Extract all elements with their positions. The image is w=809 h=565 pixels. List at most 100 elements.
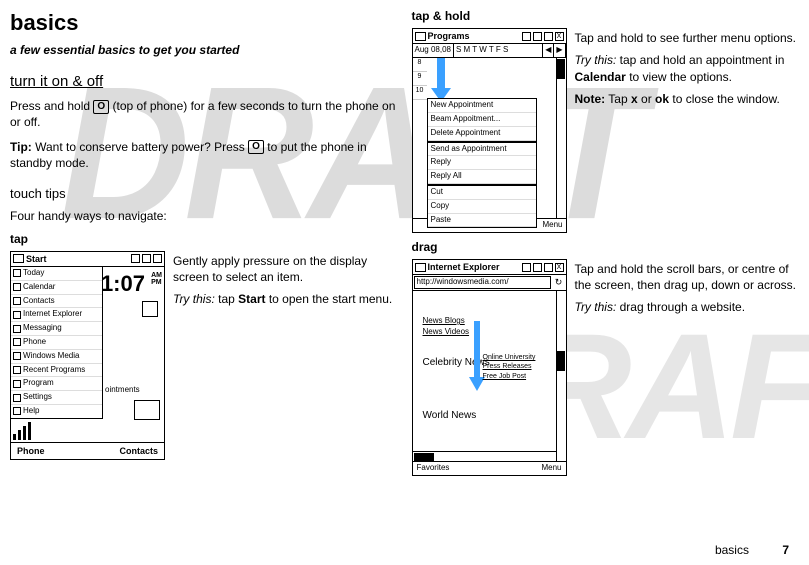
menu-item-settings[interactable]: Settings xyxy=(11,391,102,405)
drag-try: Try this: drag through a website. xyxy=(575,299,800,315)
menu-item-recent[interactable]: Recent Programs xyxy=(11,364,102,378)
signal-icon xyxy=(522,263,531,272)
menu-item-wmedia[interactable]: Windows Media xyxy=(11,350,102,364)
label: Settings xyxy=(23,392,52,403)
scroll-thumb[interactable] xyxy=(557,351,565,371)
ctx-cut[interactable]: Cut xyxy=(428,186,536,200)
start-flag-icon[interactable] xyxy=(415,32,426,41)
link[interactable]: Press Releases xyxy=(483,362,536,371)
start-flag-icon[interactable] xyxy=(13,254,24,263)
battery-icon xyxy=(533,32,542,41)
nav-right-icon[interactable]: ▶ xyxy=(554,44,565,57)
try-label: Try this: xyxy=(575,53,617,67)
ampm: AM PM xyxy=(151,272,162,286)
menu-item-today[interactable]: Today xyxy=(11,267,102,281)
calendar-body: 8 9 10 New Appointment Beam Appoitment..… xyxy=(413,58,566,218)
menu-item-messaging[interactable]: Messaging xyxy=(11,322,102,336)
phone-icon xyxy=(13,338,21,346)
tip-label: Tip: xyxy=(10,140,32,154)
drag-body: Tap and hold the scroll bars, or centre … xyxy=(575,261,800,293)
menu-item-ie[interactable]: Internet Explorer xyxy=(11,308,102,322)
menu-item-help[interactable]: Help xyxy=(11,405,102,418)
scroll-thumb[interactable] xyxy=(557,59,565,79)
ctx-send-as-appointment[interactable]: Send as Appointment xyxy=(428,143,536,157)
address-bar: http://windowsmedia.com/ ↻ xyxy=(413,275,566,291)
page-subtitle: a few essential basics to get you starte… xyxy=(10,42,398,58)
tap-description: Gently apply pressure on the display scr… xyxy=(173,251,398,460)
ie-body: News Blogs News Videos Celebrity News Wo… xyxy=(413,291,566,461)
signal-icon xyxy=(522,32,531,41)
mock-title: Programs xyxy=(428,30,520,42)
ctx-delete-appointment[interactable]: Delete Appointment xyxy=(428,127,536,141)
start-word: Start xyxy=(238,292,265,306)
text: tap and hold an appointment in xyxy=(620,53,785,67)
settings-icon xyxy=(13,394,21,402)
text: to view the options. xyxy=(629,70,732,84)
menu-item-contacts[interactable]: Contacts xyxy=(11,295,102,309)
close-icon[interactable]: X xyxy=(555,263,564,272)
mock-softkeys: Phone Contacts xyxy=(11,442,164,459)
label: Help xyxy=(23,406,39,417)
softkey-contacts[interactable]: Contacts xyxy=(119,445,158,457)
label: Internet Explorer xyxy=(23,309,82,320)
link[interactable]: Free Job Post xyxy=(483,372,536,381)
ok-word: ok xyxy=(655,92,669,106)
heading-tap-hold: tap & hold xyxy=(412,8,800,24)
power-key-icon: O xyxy=(248,140,264,154)
label: Contacts xyxy=(23,296,55,307)
taphold-note: Note: Tap x or ok to close the window. xyxy=(575,91,800,107)
hour: 9 xyxy=(413,72,427,86)
label: Messaging xyxy=(23,323,62,334)
left-column: basics a few essential basics to get you… xyxy=(10,8,398,476)
start-flag-icon[interactable] xyxy=(415,263,426,272)
go-button-icon[interactable]: ↻ xyxy=(553,276,565,287)
menu-item-phone[interactable]: Phone xyxy=(11,336,102,350)
ctx-paste[interactable]: Paste xyxy=(428,214,536,228)
heading-turn-on-off: turn it on & off xyxy=(10,72,398,92)
context-menu: New Appointment Beam Appoitment... Delet… xyxy=(427,98,537,228)
right-column: tap & hold Programs X Aug 08,08 S M T W … xyxy=(412,8,800,476)
appointments-text: ointments xyxy=(105,385,140,396)
label: Phone xyxy=(23,337,46,348)
media-icon xyxy=(13,352,21,360)
softkey-menu[interactable]: Menu xyxy=(541,463,561,474)
battery-icon xyxy=(142,254,151,263)
hour: 8 xyxy=(413,58,427,72)
url-input[interactable]: http://windowsmedia.com/ xyxy=(414,276,551,289)
softkey-phone[interactable]: Phone xyxy=(17,445,45,457)
hour: 10 xyxy=(413,86,427,100)
signal-bars-icon xyxy=(13,422,35,440)
vertical-scrollbar[interactable] xyxy=(556,58,566,218)
menu-item-program[interactable]: Program xyxy=(11,377,102,391)
menu-item-calendar[interactable]: Calendar xyxy=(11,281,102,295)
tap-body: Gently apply pressure on the display scr… xyxy=(173,253,398,285)
mock-titlebar: Programs X xyxy=(413,29,566,44)
am: AM xyxy=(151,272,162,279)
ctx-reply[interactable]: Reply xyxy=(428,156,536,170)
softkey-favorites[interactable]: Favorites xyxy=(417,463,450,474)
vertical-scrollbar[interactable] xyxy=(556,291,566,461)
ctx-beam-appointment[interactable]: Beam Appoitment... xyxy=(428,113,536,127)
softkey-menu[interactable]: Menu xyxy=(542,220,562,231)
clock-display: 1:07 AM PM xyxy=(101,269,162,299)
ctx-copy[interactable]: Copy xyxy=(428,200,536,214)
gear-icon[interactable] xyxy=(142,301,158,317)
page-number: 7 xyxy=(782,543,789,557)
horizontal-scrollbar[interactable] xyxy=(413,451,556,461)
ctx-new-appointment[interactable]: New Appointment xyxy=(428,99,536,113)
mock-softkeys: Favorites Menu xyxy=(413,461,566,475)
note-label: Note: xyxy=(575,92,606,106)
ie-icon xyxy=(13,311,21,319)
phone-mock-ie: Internet Explorer X http://windowsmedia.… xyxy=(412,259,567,476)
arrow-down-icon xyxy=(431,58,451,102)
calendar-word: Calendar xyxy=(575,70,626,84)
link[interactable]: Online University xyxy=(483,353,536,362)
text: Tap xyxy=(608,92,631,106)
text: to close the window. xyxy=(672,92,779,106)
tap-try: Try this: tap Start to open the start me… xyxy=(173,291,398,307)
page-title: basics xyxy=(10,8,398,38)
ctx-reply-all[interactable]: Reply All xyxy=(428,170,536,184)
nav-left-icon[interactable]: ◀ xyxy=(543,44,554,57)
close-icon[interactable]: X xyxy=(555,32,564,41)
scroll-thumb[interactable] xyxy=(414,453,434,461)
